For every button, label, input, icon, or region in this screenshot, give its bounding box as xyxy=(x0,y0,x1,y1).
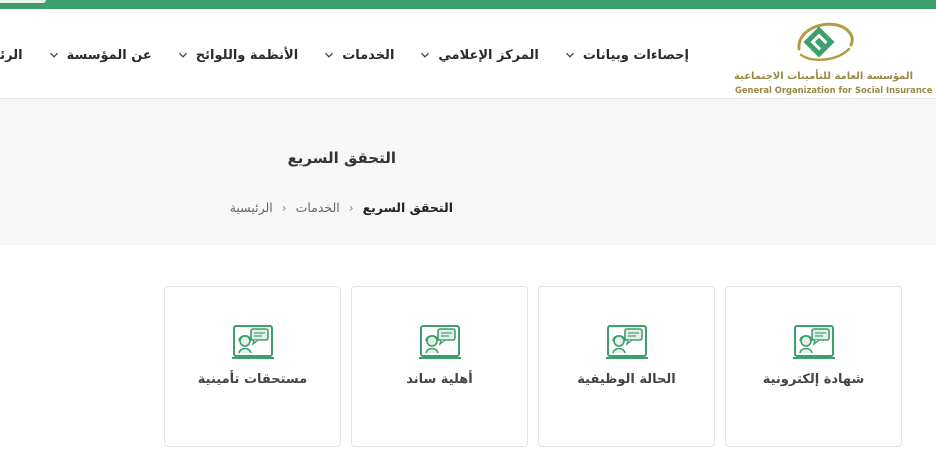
chevron-down-icon xyxy=(325,52,334,58)
nav-statistics[interactable]: إحصاءات وبيانات xyxy=(565,48,689,63)
breadcrumb-separator-icon: ‹ xyxy=(281,200,287,215)
nav-regulations[interactable]: الأنظمة واللوائح xyxy=(178,48,298,63)
top-accent-strip xyxy=(0,0,936,9)
breadcrumb-current: التحقق السريع xyxy=(362,200,453,215)
breadcrumb: الرئيسية ‹ الخدمات ‹ التحقق السريع xyxy=(230,200,453,215)
gosi-logo[interactable]: المؤسسة العامة للتأمينات الاجتماعية Gene… xyxy=(734,19,933,95)
nav-home[interactable]: الرئيسية xyxy=(0,48,23,63)
card-label: الحالة الوظيفية xyxy=(577,372,676,387)
card-saned-eligibility[interactable]: أهلية ساند xyxy=(351,286,528,447)
nav-media-center[interactable]: المركز الإعلامي xyxy=(420,47,539,63)
nav-regulations-label: الأنظمة واللوائح xyxy=(195,47,299,63)
nav-services[interactable]: الخدمات xyxy=(324,48,394,63)
site-header: المؤسسة العامة للتأمينات الاجتماعية Gene… xyxy=(0,9,936,99)
support-agent-icon xyxy=(606,325,648,359)
support-agent-icon xyxy=(232,325,274,359)
top-strip-tab xyxy=(0,0,46,3)
breadcrumb-home[interactable]: الرئيسية xyxy=(230,200,273,215)
chevron-down-icon xyxy=(49,52,58,58)
card-electronic-certificate[interactable]: شهادة إلكترونية xyxy=(725,286,902,447)
page-title: التحقق السريع xyxy=(287,149,397,167)
chevron-down-icon xyxy=(421,52,430,58)
support-agent-icon xyxy=(793,325,835,359)
card-label: شهادة إلكترونية xyxy=(762,372,865,387)
breadcrumb-separator-icon: ‹ xyxy=(348,200,354,215)
nav-services-label: الخدمات xyxy=(342,47,395,63)
page-hero: التحقق السريع الرئيسية ‹ الخدمات ‹ التحق… xyxy=(0,99,936,245)
gosi-emblem-icon xyxy=(797,22,854,61)
breadcrumb-services[interactable]: الخدمات xyxy=(296,200,340,215)
support-agent-icon xyxy=(419,325,461,359)
nav-about-label: عن المؤسسة xyxy=(66,47,152,63)
chevron-down-icon xyxy=(565,52,574,58)
org-name-english: General Organization for Social Insuranc… xyxy=(735,85,933,95)
nav-about[interactable]: عن المؤسسة xyxy=(49,48,152,63)
nav-home-label: الرئيسية xyxy=(0,47,23,63)
org-name-arabic: المؤسسة العامة للتأمينات الاجتماعية xyxy=(734,71,913,82)
card-label: مستحقات تأمينية xyxy=(197,372,308,387)
service-cards: شهادة إلكترونية الحالة الوظيفية أهلية سا… xyxy=(164,286,904,448)
card-label: أهلية ساند xyxy=(406,372,473,387)
main-navigation: الرئيسية عن المؤسسة الأنظمة واللوائح الخ… xyxy=(0,45,689,65)
card-insurance-dues[interactable]: مستحقات تأمينية xyxy=(164,286,341,447)
nav-media-center-label: المركز الإعلامي xyxy=(438,47,539,63)
card-employment-status[interactable]: الحالة الوظيفية xyxy=(538,286,715,447)
chevron-down-icon xyxy=(178,52,187,58)
nav-statistics-label: إحصاءات وبيانات xyxy=(582,47,689,63)
